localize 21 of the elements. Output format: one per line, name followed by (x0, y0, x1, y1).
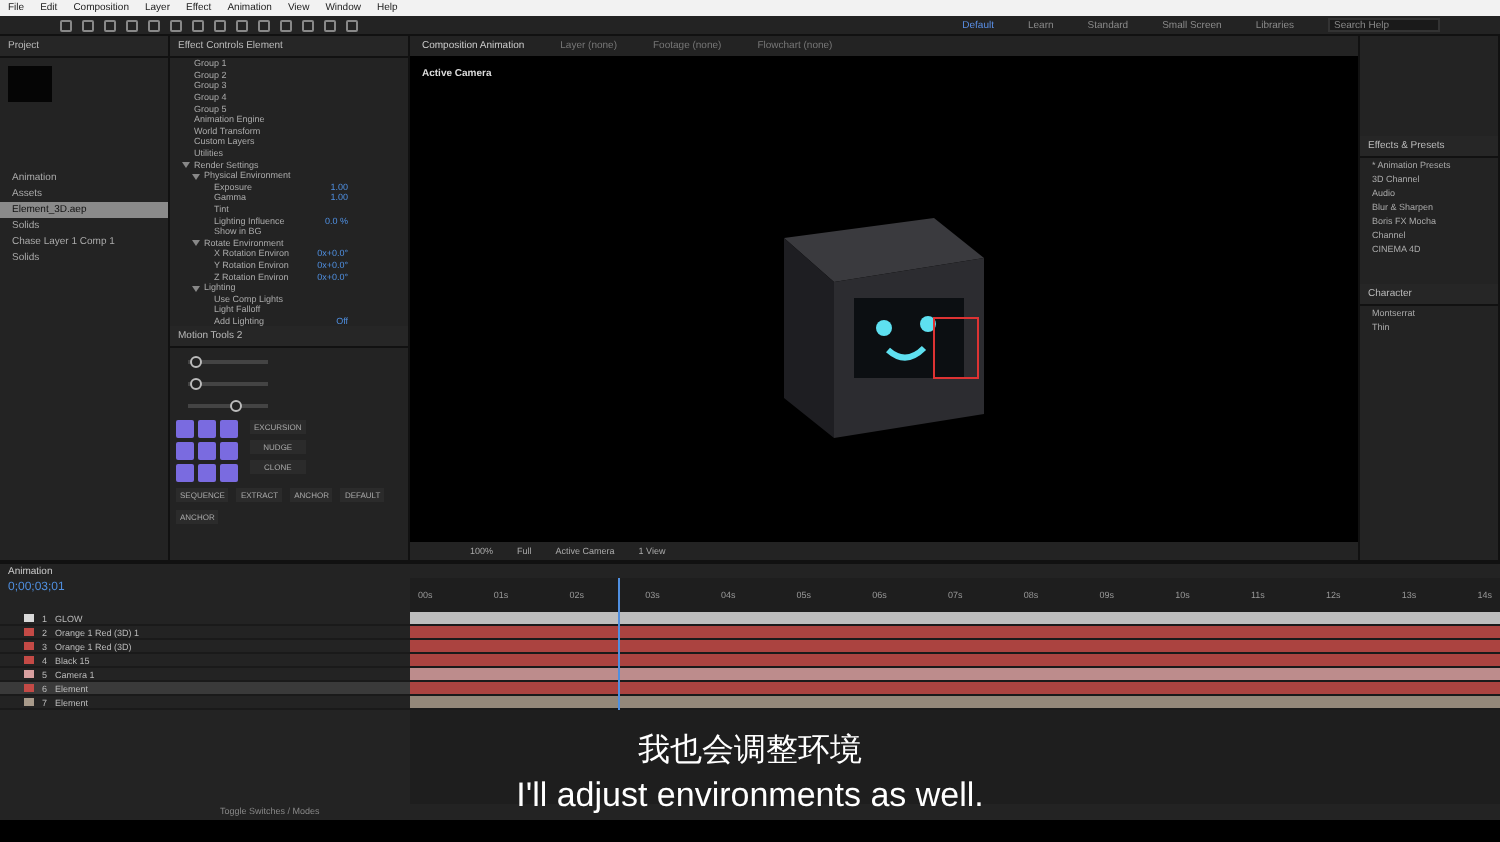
slider-thumb[interactable] (230, 400, 242, 413)
label-swatch[interactable] (24, 698, 34, 706)
twisty-icon[interactable] (192, 283, 200, 292)
label-swatch[interactable] (24, 684, 34, 692)
slider-track[interactable] (188, 360, 268, 365)
label-swatch[interactable] (24, 670, 34, 678)
slider-thumb[interactable] (190, 356, 202, 369)
layer-bar[interactable] (410, 668, 1500, 682)
label-swatch[interactable] (24, 642, 34, 650)
subtitle: 我也会调整环境 (638, 730, 862, 772)
slider-track[interactable] (188, 404, 268, 409)
label-swatch[interactable] (24, 614, 34, 622)
subtitle: I'll adjust environments as well. (516, 776, 984, 816)
label-swatch[interactable] (24, 628, 34, 636)
slider-track[interactable] (188, 382, 268, 387)
layer-bar[interactable] (410, 612, 1500, 626)
layer-bar[interactable] (410, 696, 1500, 710)
label-swatch[interactable] (24, 656, 34, 664)
slider-thumb[interactable] (190, 378, 202, 391)
twisty-icon[interactable] (192, 238, 200, 247)
thumbnail (8, 66, 52, 102)
